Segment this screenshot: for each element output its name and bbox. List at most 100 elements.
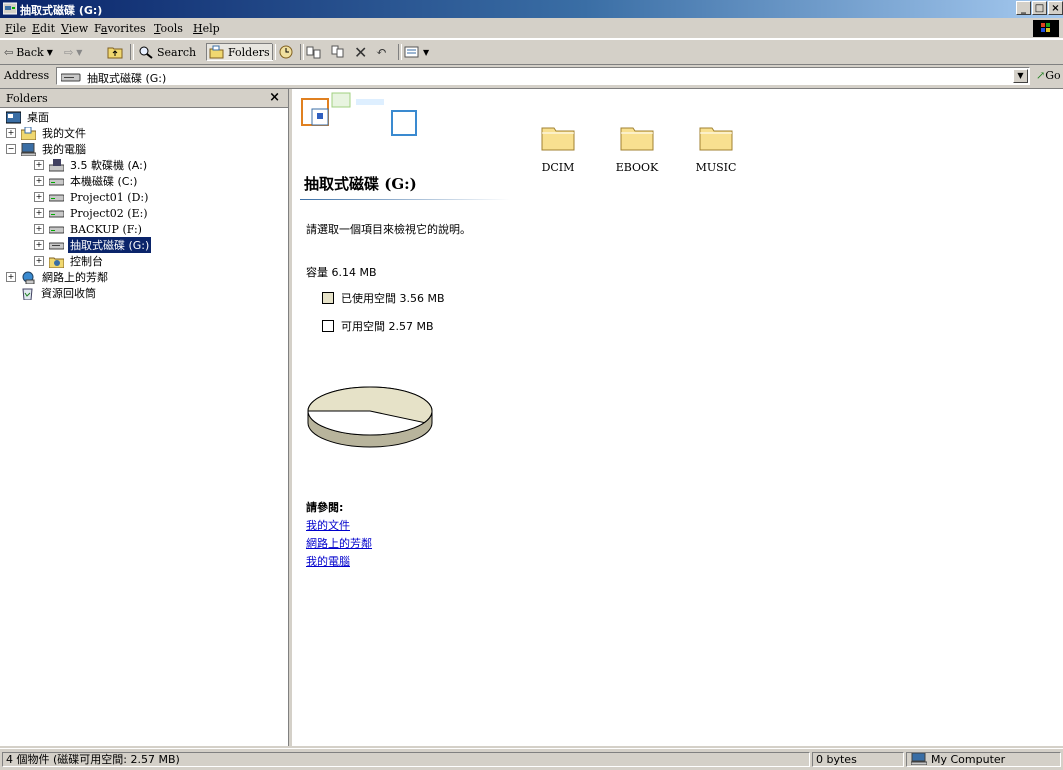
network-places-icon	[22, 271, 35, 284]
tree-item-control-panel[interactable]: + 控制台	[34, 253, 105, 269]
expand-toggle[interactable]: +	[34, 160, 44, 170]
expand-toggle[interactable]: +	[34, 176, 44, 186]
used-space-legend: 已使用空間 3.56 MB	[322, 290, 445, 306]
link-my-documents[interactable]: 我的文件	[306, 517, 350, 533]
address-bar: Address 抽取式磁碟 (G:) ▼ ↗Go	[0, 64, 1063, 89]
capacity-label: 容量 6.14 MB	[306, 266, 377, 279]
dropdown-arrow-icon: ▼	[76, 47, 83, 57]
undo-icon: ↶	[376, 44, 387, 60]
hard-drive-icon	[49, 226, 64, 233]
standard-toolbar: ⇦ Back ▼ ⇨ ▼ Search Folders ✕ ↶ ▼	[0, 39, 1063, 65]
dropdown-arrow-icon: ▼	[423, 47, 430, 57]
back-button[interactable]: ⇦ Back ▼	[4, 44, 53, 60]
my-computer-icon	[21, 142, 36, 156]
link-network-places[interactable]: 網路上的芳鄰	[306, 535, 372, 551]
views-icon	[404, 46, 419, 58]
tree-item-desktop[interactable]: 桌面	[6, 109, 51, 125]
status-bar: 4 個物件 (磁碟可用空間: 2.57 MB) 0 bytes My Compu…	[0, 748, 1063, 770]
folder-music[interactable]: MUSIC	[681, 123, 751, 183]
address-dropdown-button[interactable]: ▼	[1013, 69, 1028, 83]
forward-arrow-icon: ⇨	[64, 45, 74, 59]
tree-item-my-computer[interactable]: − 我的電腦	[6, 141, 88, 157]
file-list-view[interactable]: 抽取式磁碟 (G:) 請選取一個項目來檢視它的說明。 容量 6.14 MB 已使…	[292, 89, 1063, 746]
control-panel-icon	[49, 257, 64, 268]
desktop-icon	[6, 111, 21, 123]
drive-title: 抽取式磁碟 (G:)	[304, 175, 417, 193]
history-icon	[279, 45, 293, 59]
tree-item-network-places[interactable]: + 網路上的芳鄰	[6, 269, 110, 285]
expand-toggle[interactable]: +	[6, 128, 16, 138]
disk-usage-pie	[307, 386, 433, 448]
expand-toggle[interactable]: +	[34, 192, 44, 202]
search-icon	[139, 46, 153, 59]
delete-icon: ✕	[354, 42, 368, 62]
folders-icon	[209, 45, 224, 59]
free-space-swatch	[322, 320, 334, 332]
forward-button[interactable]: ⇨ ▼	[64, 44, 82, 60]
status-objects: 4 個物件 (磁碟可用空間: 2.57 MB)	[2, 752, 810, 767]
status-zone: My Computer	[906, 752, 1061, 767]
menu-file[interactable]: File	[5, 22, 26, 35]
tree-item-removable-g[interactable]: + 抽取式磁碟 (G:)	[34, 236, 153, 254]
views-button[interactable]: ▼	[404, 44, 429, 60]
removable-drive-icon	[49, 242, 64, 249]
folders-pane: Folders × 桌面 + 我的文件 − 我的電腦 + 3.5 軟碟機 (A:…	[0, 89, 289, 746]
menu-edit[interactable]: Edit	[32, 22, 55, 35]
window-title: 抽取式磁碟 (G:)	[20, 4, 103, 17]
title-bar[interactable]: 抽取式磁碟 (G:) _ □ ×	[0, 0, 1063, 18]
folder-ebook[interactable]: EBOOK	[602, 123, 672, 183]
tree-item-recycle-bin[interactable]: 資源回收筒	[20, 285, 98, 301]
tree-item-project02-e[interactable]: + Project02 (E:)	[34, 205, 150, 221]
maximize-button[interactable]: □	[1032, 1, 1047, 15]
up-folder-button[interactable]	[107, 44, 123, 60]
menu-bar: File Edit View Favorites Tools Help	[0, 19, 1063, 39]
floppy-drive-icon	[49, 158, 64, 171]
selection-hint: 請選取一個項目來檢視它的說明。	[306, 223, 471, 236]
menu-view[interactable]: View	[61, 22, 88, 35]
folder-label: DCIM	[541, 161, 575, 174]
close-button[interactable]: ×	[1048, 1, 1063, 15]
expand-toggle[interactable]: +	[34, 224, 44, 234]
folder-label: EBOOK	[615, 161, 659, 174]
go-button[interactable]: ↗Go	[1036, 69, 1061, 82]
folder-icon	[620, 127, 654, 151]
expand-toggle[interactable]: +	[34, 208, 44, 218]
menu-tools[interactable]: Tools	[154, 22, 183, 35]
windows-logo-icon	[1033, 20, 1059, 37]
folder-icon	[699, 127, 733, 151]
link-my-computer[interactable]: 我的電腦	[306, 553, 350, 569]
drive-banner-graphic	[301, 92, 417, 136]
tree-item-backup-f[interactable]: + BACKUP (F:)	[34, 221, 144, 237]
copy-to-button[interactable]	[330, 44, 346, 60]
expand-toggle[interactable]: +	[34, 240, 44, 250]
folder-dcim[interactable]: DCIM	[523, 123, 593, 183]
expand-toggle[interactable]: +	[34, 256, 44, 266]
back-arrow-icon: ⇦	[4, 45, 14, 59]
delete-button[interactable]: ✕	[354, 42, 368, 62]
menu-favorites[interactable]: Favorites	[94, 22, 146, 35]
recycle-bin-icon	[22, 288, 33, 300]
search-button[interactable]: Search	[138, 44, 196, 60]
address-field[interactable]: 抽取式磁碟 (G:) ▼	[56, 67, 1030, 85]
tree-item-my-documents[interactable]: + 我的文件	[6, 125, 88, 141]
copy-to-icon	[331, 45, 344, 58]
folders-pane-close-button[interactable]: ×	[269, 90, 280, 105]
move-to-button[interactable]	[306, 44, 322, 60]
drive-window-icon	[3, 2, 17, 15]
tree-item-local-disk-c[interactable]: + 本機磁碟 (C:)	[34, 173, 139, 189]
folders-pane-title: Folders	[6, 92, 48, 105]
folders-button[interactable]: Folders	[206, 43, 273, 61]
menu-help[interactable]: Help	[193, 22, 220, 35]
move-to-icon	[306, 46, 321, 59]
address-label: Address	[4, 69, 50, 82]
collapse-toggle[interactable]: −	[6, 144, 16, 154]
removable-drive-icon	[61, 73, 81, 82]
expand-toggle[interactable]: +	[6, 272, 16, 282]
undo-button[interactable]: ↶	[376, 44, 387, 60]
tree-item-floppy-a[interactable]: + 3.5 軟碟機 (A:)	[34, 157, 149, 173]
used-space-swatch	[322, 292, 334, 304]
see-also-label: 請參閱:	[306, 501, 344, 514]
tree-item-project01-d[interactable]: + Project01 (D:)	[34, 189, 150, 205]
history-button[interactable]	[278, 44, 294, 60]
minimize-button[interactable]: _	[1016, 1, 1031, 15]
